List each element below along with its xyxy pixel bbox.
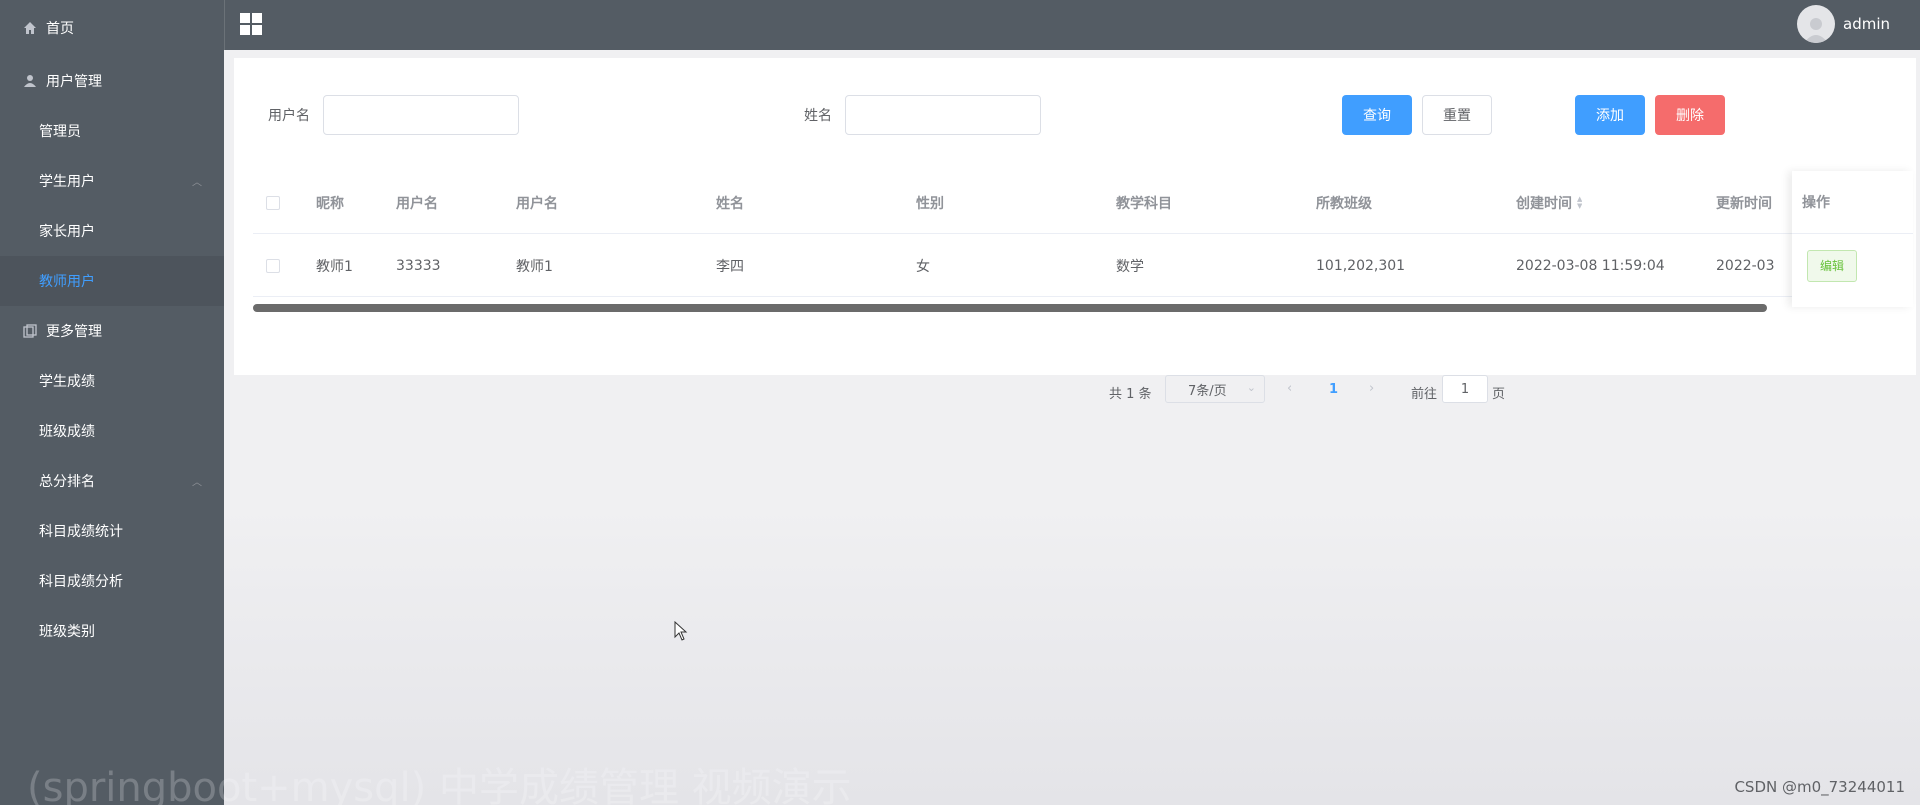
delete-button[interactable]: 删除 xyxy=(1655,95,1725,135)
col-header-label: 创建时间 xyxy=(1516,195,1572,212)
chevron-down-icon: ⌄ xyxy=(1246,381,1256,394)
col-header: 用户名 xyxy=(396,195,438,212)
col-header-created[interactable]: 创建时间 ▲ ▼ xyxy=(1516,171,1582,234)
table-cell: 教师1 xyxy=(316,258,353,275)
col-header: 性别 xyxy=(916,195,944,212)
col-header: 教学科目 xyxy=(1116,195,1172,212)
chevron-up-icon: ︿ xyxy=(192,477,202,489)
page-number[interactable]: 1 xyxy=(1329,382,1338,397)
page-size-select[interactable]: 7条/页 ⌄ xyxy=(1165,375,1265,403)
name-input[interactable] xyxy=(845,95,1041,135)
action-header: 操作 xyxy=(1792,171,1913,234)
table-cell: 2022-03 xyxy=(1716,257,1775,274)
menu-group-more-title[interactable]: 更多管理 ︿ xyxy=(0,306,224,489)
reset-button[interactable]: 重置 xyxy=(1422,95,1492,135)
user-menu[interactable]: admin xyxy=(1797,5,1890,43)
col-header: 用户名 xyxy=(516,195,558,212)
table-cell: 101,202,301 xyxy=(1316,257,1406,274)
menu-item-home[interactable]: 首页 xyxy=(0,0,224,56)
add-button[interactable]: 添加 xyxy=(1575,95,1645,135)
pagination-total: 共 1 条 xyxy=(1109,387,1152,402)
goto-label: 前往 xyxy=(1411,387,1438,402)
sidebar-item-student-user[interactable]: 学生用户 xyxy=(0,156,224,206)
edit-button[interactable]: 编辑 xyxy=(1807,249,1858,282)
row-checkbox[interactable] xyxy=(266,258,280,273)
table-cell: 李四 xyxy=(716,258,744,275)
avatar xyxy=(1797,5,1835,43)
sidebar-item-student-score[interactable]: 学生成绩 xyxy=(0,356,224,406)
sidebar-item-parent-user[interactable]: 家长用户 xyxy=(0,206,224,256)
menu-group-user: 用户管理 ︿ 管理员 学生用户 家长用户 教师用户 xyxy=(0,56,224,306)
page-size-value: 7条/页 xyxy=(1188,383,1227,399)
table-header: 昵称 用户名 用户名 姓名 性别 教学科目 所教班级 创建时间 ▲ ▼ 更新时间 xyxy=(253,171,1913,234)
main-content: 用户名 姓名 查询 重置 添加 删除 昵称 用户名 用户名 姓名 性别 教学科目… xyxy=(224,50,1920,805)
csdn-watermark: CSDN @m0_73244011 xyxy=(1734,778,1905,796)
query-button[interactable]: 查询 xyxy=(1342,95,1412,135)
page-unit-label: 页 xyxy=(1492,387,1506,402)
col-header: 昵称 xyxy=(316,195,344,212)
menu-group-more: 更多管理 ︿ 学生成绩 班级成绩 总分排名 科目成绩统计 科目成绩分析 班级类别 xyxy=(0,306,224,656)
top-bar: admin xyxy=(224,0,1920,50)
next-page-icon[interactable]: › xyxy=(1369,381,1374,396)
menu-home-label: 首页 xyxy=(46,21,74,37)
table-cell: 2022-03-08 11:59:04 xyxy=(1516,257,1665,274)
video-watermark: (springboot+mysql) 中学成绩管理 视频演示 xyxy=(27,765,852,805)
table-cell: 教师1 xyxy=(516,258,553,275)
user-icon xyxy=(22,73,38,89)
select-all-cell xyxy=(266,171,280,234)
menu-group-user-label: 用户管理 xyxy=(46,74,102,90)
content-card: 用户名 姓名 查询 重置 添加 删除 昵称 用户名 用户名 姓名 性别 教学科目… xyxy=(234,58,1916,403)
sidebar-item-class-category[interactable]: 班级类别 xyxy=(0,606,224,656)
chevron-up-icon: ︿ xyxy=(192,177,202,189)
sort-icon[interactable]: ▲ ▼ xyxy=(1577,195,1582,210)
name-label: 姓名 xyxy=(804,108,832,124)
menu-group-more-label: 更多管理 xyxy=(46,324,102,340)
sidebar-item-subject-analysis[interactable]: 科目成绩分析 xyxy=(0,556,224,606)
action-cell: 编辑 xyxy=(1792,234,1913,297)
pagination: 共 1 条 7条/页 ⌄ ‹ 1 › 前往 页 xyxy=(234,375,1916,407)
table-row: 教师1 33333 教师1 李四 女 数学 101,202,301 2022-0… xyxy=(253,234,1913,297)
copy-icon xyxy=(22,323,38,339)
username-label: 用户名 xyxy=(268,108,310,124)
horizontal-scrollbar[interactable] xyxy=(253,304,1767,312)
table-cell: 女 xyxy=(916,258,930,275)
sidebar: 首页 用户管理 ︿ 管理员 学生用户 家长用户 教师用户 更多管理 ︿ 学生成绩… xyxy=(0,0,224,805)
action-column: 操作 编辑 xyxy=(1792,171,1913,307)
teacher-table: 昵称 用户名 用户名 姓名 性别 教学科目 所教班级 创建时间 ▲ ▼ 更新时间 … xyxy=(253,171,1913,312)
sidebar-item-class-score[interactable]: 班级成绩 xyxy=(0,406,224,456)
username-input[interactable] xyxy=(323,95,519,135)
home-icon xyxy=(22,20,38,36)
sidebar-item-teacher-user[interactable]: 教师用户 xyxy=(0,256,224,306)
row-select-cell xyxy=(266,234,280,297)
col-header: 更新时间 xyxy=(1716,195,1772,212)
sidebar-item-total-rank[interactable]: 总分排名 xyxy=(0,456,224,506)
sidebar-item-subject-stats[interactable]: 科目成绩统计 xyxy=(0,506,224,556)
menu-toggle-icon[interactable] xyxy=(240,13,262,35)
mouse-cursor-icon xyxy=(674,620,688,645)
table-cell: 33333 xyxy=(396,257,441,274)
prev-page-icon[interactable]: ‹ xyxy=(1287,381,1292,396)
goto-page-input[interactable] xyxy=(1442,375,1488,403)
username: admin xyxy=(1843,15,1890,33)
table-cell: 数学 xyxy=(1116,258,1144,275)
select-all-checkbox[interactable] xyxy=(266,195,280,210)
sidebar-item-admin[interactable]: 管理员 xyxy=(0,106,224,156)
col-header: 所教班级 xyxy=(1316,195,1372,212)
menu-group-user-title[interactable]: 用户管理 ︿ xyxy=(0,56,224,189)
col-header: 姓名 xyxy=(716,195,744,212)
